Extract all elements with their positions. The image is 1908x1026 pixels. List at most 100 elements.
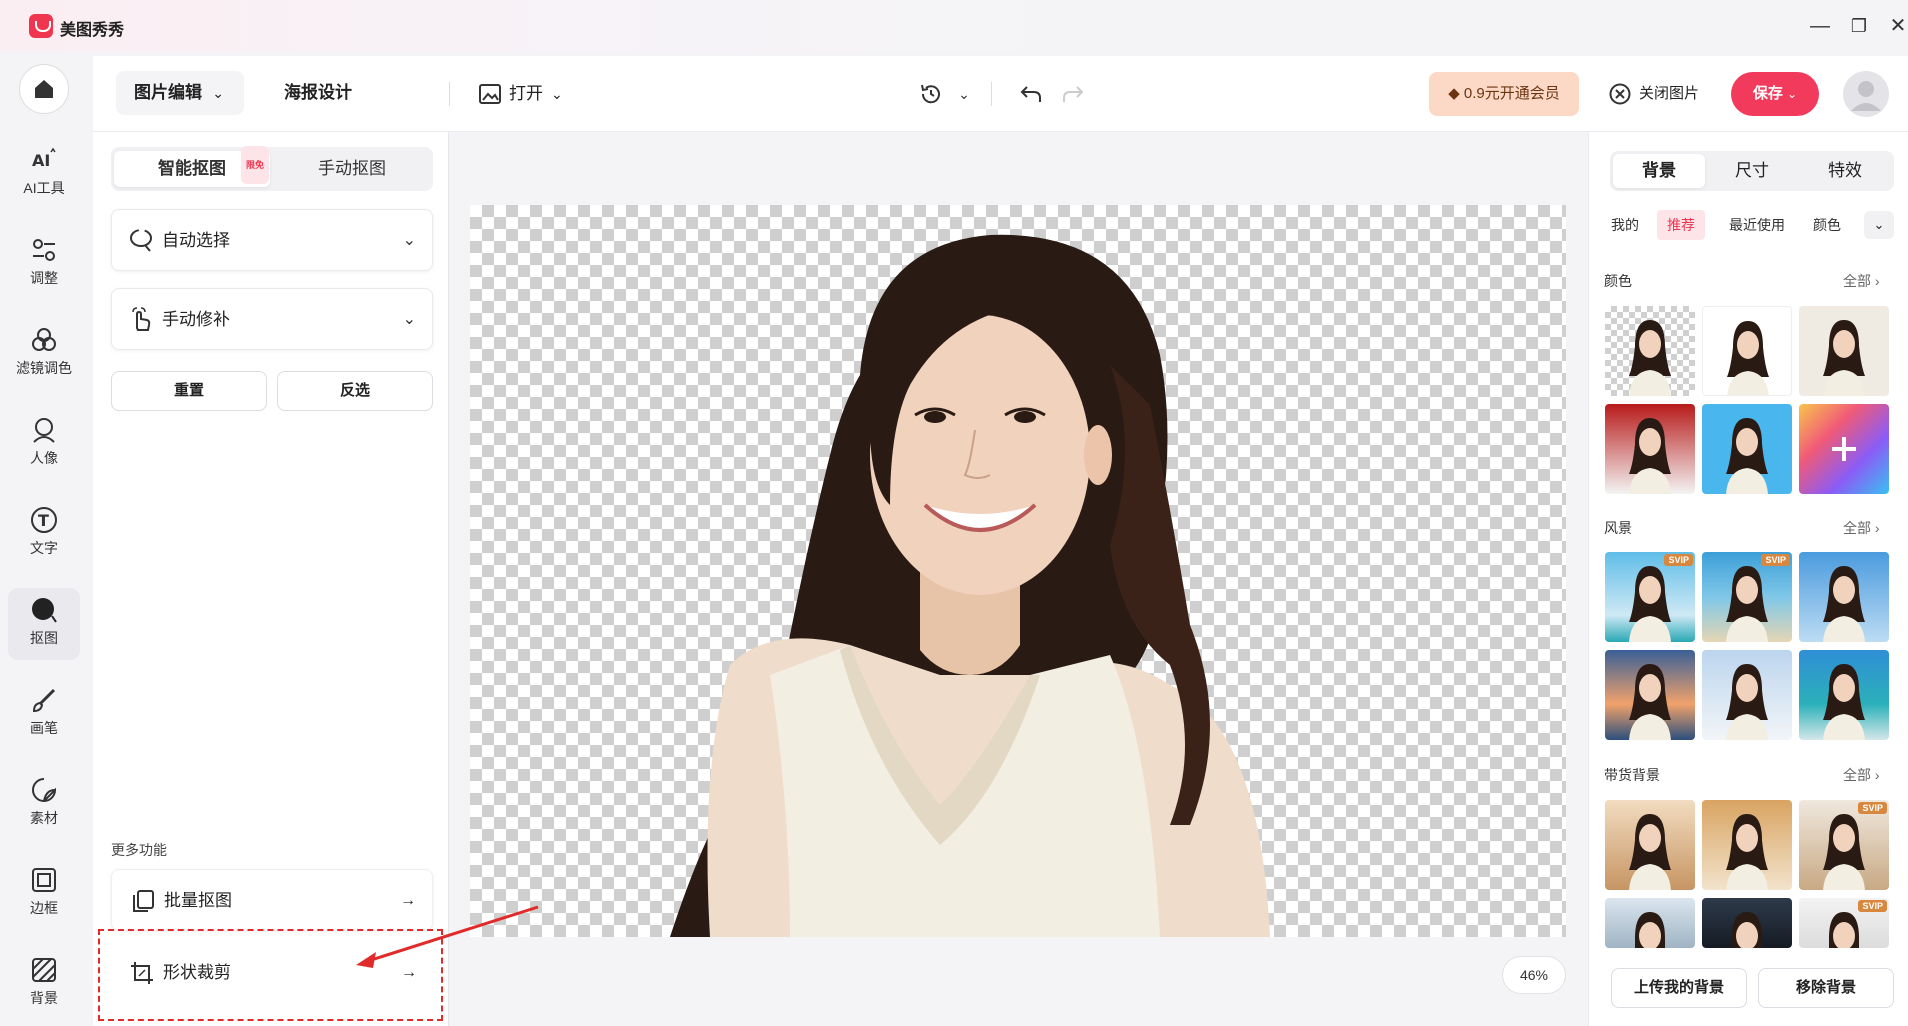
avatar[interactable]	[1843, 71, 1889, 117]
batch-cutout-row[interactable]: 批量抠图 →	[111, 869, 433, 931]
rail-item-ai[interactable]: AI AI工具	[8, 138, 80, 210]
bg-thumb-product-3[interactable]: SVIP	[1799, 800, 1889, 890]
tab-manual-cutout[interactable]: 手动抠图	[274, 151, 430, 187]
open-button-label: 打开	[509, 84, 543, 103]
portrait-thumb-icon	[1726, 814, 1768, 890]
chevron-right-icon: ›	[1874, 767, 1880, 783]
scenery-all-link[interactable]: 全部 ›	[1843, 518, 1880, 538]
sticker-icon	[32, 778, 57, 802]
bg-thumb-product-2[interactable]	[1702, 800, 1792, 890]
open-button[interactable]: 打开 ⌄	[479, 80, 563, 108]
tab-smart-cutout[interactable]: 智能抠图 限免	[114, 146, 270, 187]
bg-thumb-red-gradient[interactable]	[1605, 404, 1695, 494]
rail-label: 画笔	[30, 720, 58, 736]
all-label: 全部	[1843, 273, 1871, 289]
chevron-down-icon[interactable]: ⌄	[1864, 211, 1894, 239]
chevron-down-icon[interactable]: ⌄	[950, 80, 978, 108]
bg-thumb-beige[interactable]	[1799, 306, 1889, 396]
bg-thumb-scenery-2[interactable]: SVIP	[1702, 552, 1792, 642]
svg-text:T: T	[38, 511, 49, 530]
bg-thumb-product-5[interactable]	[1702, 898, 1792, 948]
restore-button[interactable]: ❐	[1847, 14, 1871, 38]
bg-thumb-scenery-3[interactable]	[1799, 552, 1889, 642]
rail-label: 文字	[30, 540, 58, 556]
bg-thumb-product-4[interactable]	[1605, 898, 1695, 948]
image-canvas[interactable]	[470, 205, 1566, 937]
portrait-thumb-icon	[1629, 418, 1671, 494]
chip-color[interactable]: 颜色	[1803, 210, 1851, 240]
bg-thumb-custom-color[interactable]	[1799, 404, 1889, 494]
rail-item-text[interactable]: T 文字	[8, 498, 80, 570]
rail-item-adjust[interactable]: 调整	[8, 228, 80, 300]
vip-button-label: 0.9元开通会员	[1463, 85, 1560, 102]
background-icon	[32, 958, 56, 982]
tab-image-edit[interactable]: 图片编辑 ⌄	[116, 71, 244, 115]
rail-item-filter[interactable]: 滤镜调色	[8, 318, 80, 390]
portrait-icon	[33, 418, 55, 443]
rail-label: 抠图	[30, 630, 58, 646]
bg-thumb-scenery-5[interactable]	[1702, 650, 1792, 740]
home-button[interactable]	[19, 64, 69, 114]
lasso-icon	[130, 229, 152, 252]
rail-item-brush[interactable]: 画笔	[8, 678, 80, 750]
rail-item-background[interactable]: 背景	[8, 948, 80, 1020]
bg-thumb-transparent[interactable]	[1605, 306, 1695, 396]
free-badge: 限免	[241, 146, 270, 184]
image-icon	[479, 84, 501, 104]
manual-fix-section[interactable]: 手动修补 ⌄	[111, 288, 433, 350]
tab-smart-cutout-label: 智能抠图	[158, 159, 226, 178]
bg-thumb-product-6[interactable]: SVIP	[1799, 898, 1889, 948]
portrait-thumb-icon	[1732, 912, 1762, 948]
vip-button[interactable]: ◆ 0.9元开通会员	[1429, 72, 1579, 116]
right-panel: 背景 尺寸 特效 我的 推荐 最近使用 颜色 ⌄ 颜色 全部 › 风景 全部 ›…	[1588, 132, 1908, 1026]
invert-button[interactable]: 反选	[277, 371, 433, 411]
close-image-button[interactable]: 关闭图片	[1609, 80, 1699, 108]
chip-mine[interactable]: 我的	[1601, 210, 1649, 240]
undo-icon[interactable]	[1017, 80, 1045, 108]
bg-thumb-white[interactable]	[1702, 306, 1792, 396]
chip-recent[interactable]: 最近使用	[1719, 210, 1795, 240]
scenery-section-title: 风景	[1604, 520, 1632, 536]
bg-thumb-scenery-6[interactable]	[1799, 650, 1889, 740]
remove-background-button[interactable]: 移除背景	[1758, 968, 1894, 1008]
manual-fix-label: 手动修补	[162, 310, 230, 329]
tab-background[interactable]: 背景	[1613, 154, 1705, 188]
bg-thumb-blue[interactable]	[1702, 404, 1792, 494]
auto-select-section[interactable]: 自动选择 ⌄	[111, 209, 433, 271]
frame-icon	[32, 868, 56, 892]
rail-item-cutout[interactable]: 抠图	[8, 588, 80, 660]
history-icon[interactable]	[917, 80, 945, 108]
portrait-photo	[670, 234, 1270, 937]
minimize-button[interactable]: —	[1808, 14, 1832, 38]
left-panel: 智能抠图 限免 手动抠图 自动选择 ⌄ 手动修补 ⌄ 重置 反选 更多功能 批量…	[93, 132, 449, 1026]
brush-icon	[32, 688, 56, 713]
color-all-link[interactable]: 全部 ›	[1843, 271, 1880, 291]
rail-label: 背景	[30, 990, 58, 1006]
svg-text:AI: AI	[32, 151, 50, 170]
chip-recommended[interactable]: 推荐	[1657, 210, 1705, 240]
close-window-button[interactable]: ✕	[1886, 14, 1908, 38]
title-bar: 美图秀秀 — ❐ ✕	[0, 0, 1908, 52]
portrait-thumb-icon	[1629, 814, 1671, 890]
portrait-thumb-icon	[1823, 320, 1865, 396]
tab-poster-design[interactable]: 海报设计	[284, 71, 352, 115]
product-all-link[interactable]: 全部 ›	[1843, 765, 1880, 785]
reset-button[interactable]: 重置	[111, 371, 267, 411]
close-image-label: 关闭图片	[1639, 85, 1700, 102]
rail-label: 边框	[30, 900, 58, 916]
rail-item-frame[interactable]: 边框	[8, 858, 80, 930]
svip-badge: SVIP	[1858, 900, 1887, 912]
rail-label: 滤镜调色	[16, 360, 72, 376]
tab-effects[interactable]: 特效	[1799, 154, 1891, 188]
rail-item-sticker[interactable]: 素材	[8, 768, 80, 840]
zoom-level-indicator[interactable]: 46%	[1502, 956, 1566, 994]
redo-icon[interactable]	[1059, 80, 1087, 108]
upload-background-button[interactable]: 上传我的背景	[1611, 968, 1747, 1008]
bg-thumb-product-1[interactable]	[1605, 800, 1695, 890]
rail-item-portrait[interactable]: 人像	[8, 408, 80, 480]
bg-thumb-scenery-1[interactable]: SVIP	[1605, 552, 1695, 642]
home-icon	[35, 80, 53, 98]
bg-thumb-scenery-4[interactable]	[1605, 650, 1695, 740]
save-button[interactable]: 保存 ⌄	[1731, 72, 1819, 116]
tab-size[interactable]: 尺寸	[1706, 154, 1798, 188]
